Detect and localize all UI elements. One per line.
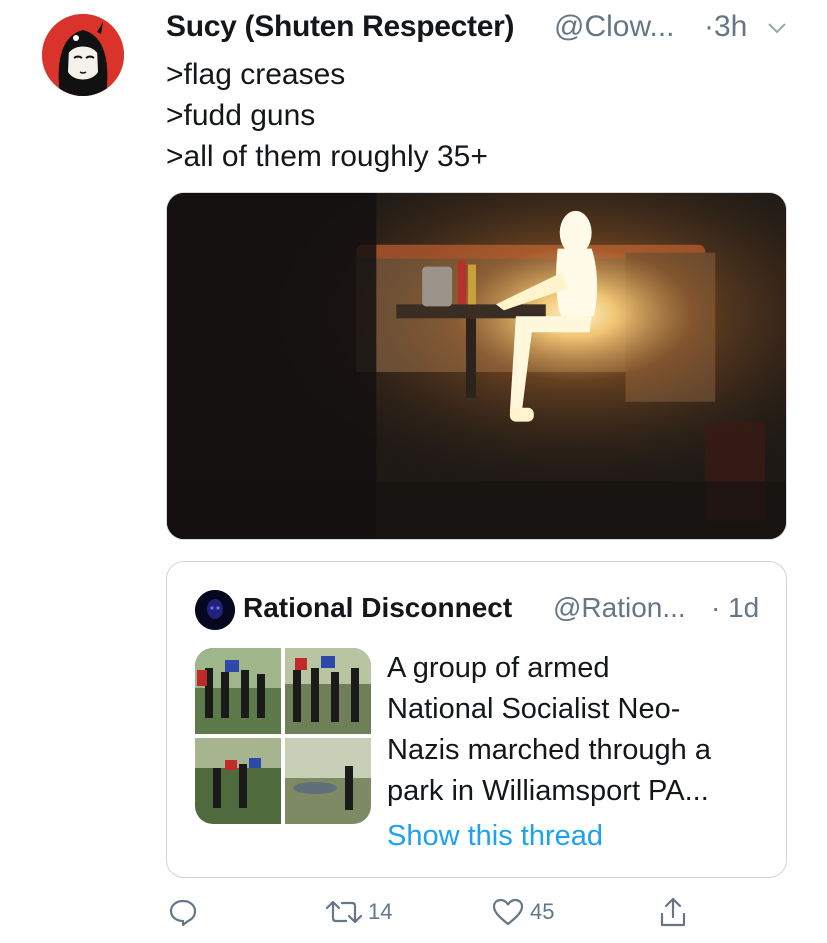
quoted-text-line: Nazis marched through a xyxy=(387,734,711,766)
like-button[interactable]: 45 xyxy=(492,892,554,932)
retweet-count: 14 xyxy=(368,899,393,924)
author-avatar[interactable] xyxy=(42,14,124,96)
quoted-text-line: National Socialist Neo- xyxy=(387,693,681,725)
quoted-tweet[interactable]: Rational Disconnect @Ration... · 1d A gr… xyxy=(166,561,787,878)
heart-icon xyxy=(492,898,524,926)
retweet-icon xyxy=(326,900,362,924)
reply-button[interactable] xyxy=(168,892,198,932)
quoted-text-line: park in Williamsport PA... xyxy=(387,775,709,807)
quoted-text-line: A group of armed xyxy=(387,652,610,684)
tweet-header: Sucy (Shuten Respecter) @Clow... ·3h xyxy=(166,8,806,48)
like-count: 45 xyxy=(530,899,555,924)
retweet-button[interactable]: 14 xyxy=(326,892,392,932)
quoted-image-grid[interactable] xyxy=(195,648,371,824)
author-handle[interactable]: @Clow... xyxy=(554,10,674,44)
tweet-timestamp[interactable]: ·3h xyxy=(704,10,747,44)
tweet-actions: 14 45 xyxy=(166,892,787,932)
show-thread-link[interactable]: Show this thread xyxy=(387,820,603,853)
share-icon xyxy=(660,897,686,927)
tweet-text: >flag creases >fudd guns >all of them ro… xyxy=(166,54,488,177)
tweet-image[interactable] xyxy=(166,192,787,540)
quoted-timestamp[interactable]: · 1d xyxy=(711,592,759,624)
tweet-text-line: >flag creases xyxy=(166,58,346,91)
chevron-down-icon[interactable] xyxy=(766,20,788,36)
quoted-author-name[interactable]: Rational Disconnect xyxy=(243,592,512,624)
reply-icon xyxy=(169,899,197,927)
quoted-author-handle[interactable]: @Ration... xyxy=(553,592,686,624)
tweet-text-line: >fudd guns xyxy=(166,99,316,132)
share-button[interactable] xyxy=(658,892,688,932)
author-name[interactable]: Sucy (Shuten Respecter) xyxy=(166,10,515,44)
quoted-tweet-text: A group of armed National Socialist Neo-… xyxy=(387,648,711,812)
quoted-author-avatar[interactable] xyxy=(195,590,235,630)
tweet-text-line: >all of them roughly 35+ xyxy=(166,140,488,173)
